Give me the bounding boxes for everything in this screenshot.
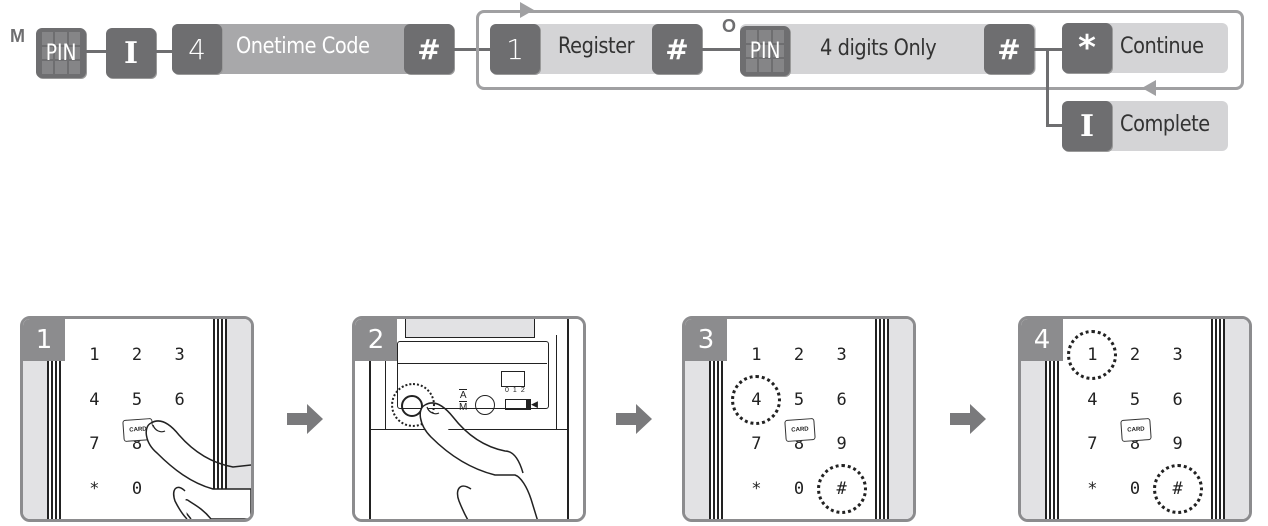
- next-arrow-icon: [287, 404, 323, 434]
- mode-label: M: [10, 26, 25, 46]
- complete-label: Complete: [1120, 112, 1210, 137]
- key: *: [751, 478, 762, 499]
- key: 9: [1172, 434, 1183, 455]
- key: 7: [751, 434, 762, 455]
- step-panel-2: 2 A M 012 ◀: [352, 316, 586, 522]
- digit-1-key: 1: [490, 24, 540, 74]
- key-highlighted: #: [1152, 463, 1203, 514]
- key: 2: [793, 345, 805, 366]
- step-panel-1: 1 1 2 3 4 5 6 7 8 9 * 0 # CARD: [20, 316, 254, 522]
- step-number: 4: [1021, 319, 1063, 361]
- key: 7: [1087, 434, 1098, 455]
- hash-key: #: [404, 24, 454, 74]
- key: 1: [751, 345, 762, 366]
- side-strip: [1211, 319, 1249, 519]
- hash-icon: #: [997, 32, 1021, 66]
- asterisk-icon: *: [1078, 28, 1096, 68]
- key: 6: [1172, 389, 1183, 410]
- connector: [1034, 48, 1064, 51]
- digits-label: 4 digits Only: [820, 36, 937, 61]
- connector: [702, 48, 740, 51]
- step-number: 3: [685, 319, 727, 361]
- hand-icon: [145, 420, 251, 519]
- connector: [1046, 48, 1049, 126]
- pin-key: PIN: [740, 26, 790, 76]
- key: 4: [89, 389, 100, 410]
- hash-key: #: [652, 24, 702, 74]
- key: 0: [1129, 478, 1141, 499]
- hash-icon: #: [665, 32, 689, 66]
- key: 2: [131, 345, 143, 366]
- register-label: Register: [558, 34, 635, 59]
- key-highlighted: 4: [731, 374, 782, 425]
- ibeam-icon: I: [1079, 108, 1095, 144]
- key: 5: [1129, 389, 1141, 410]
- step-number: 1: [23, 319, 65, 361]
- connector: [156, 50, 172, 53]
- card-icon: CARD: [1120, 417, 1152, 443]
- key: 5: [793, 389, 805, 410]
- next-arrow-icon: [950, 404, 986, 434]
- step-panel-3: 3 1 2 3 4 5 6 7 8 9 * 0 # CARD: [682, 316, 916, 522]
- loop-arrow-right-icon: [520, 2, 534, 18]
- loop-arrow-left-icon: [1142, 80, 1156, 96]
- branch-label: O: [722, 16, 737, 36]
- key: 0: [793, 478, 805, 499]
- hash-icon: #: [417, 32, 441, 66]
- continue-label: Continue: [1120, 34, 1204, 59]
- ibeam-icon: I: [123, 35, 139, 71]
- ibeam-key: I: [106, 28, 156, 78]
- onetime-code-label: Onetime Code: [236, 34, 370, 59]
- step-panel-4: 4 1 2 3 4 5 6 7 8 9 * 0 # CARD: [1018, 316, 1252, 522]
- step-number: 2: [355, 319, 397, 361]
- star-key: *: [1062, 23, 1112, 73]
- key: 3: [174, 345, 185, 366]
- key-highlighted: #: [816, 463, 867, 514]
- hash-key: #: [984, 24, 1034, 74]
- key: *: [1087, 478, 1098, 499]
- key: 9: [836, 434, 847, 455]
- side-strip: [875, 319, 913, 519]
- pin-key: PIN: [36, 28, 86, 78]
- key: 2: [1129, 345, 1141, 366]
- ibeam-key: I: [1062, 101, 1112, 151]
- highlight-circle: [816, 463, 867, 514]
- key: 6: [836, 389, 847, 410]
- key: 3: [1172, 345, 1183, 366]
- key-highlighted: 1: [1067, 330, 1118, 381]
- hand-icon: [419, 402, 538, 519]
- next-arrow-icon: [616, 404, 652, 434]
- highlight-circle: [1067, 330, 1118, 381]
- volume-labels: 012: [505, 387, 529, 394]
- card-icon: CARD: [784, 417, 816, 443]
- highlight-circle: [731, 374, 782, 425]
- digit-4-key: 4: [172, 24, 222, 74]
- connector: [86, 50, 106, 53]
- key: 3: [836, 345, 847, 366]
- highlight-circle: [1152, 463, 1203, 514]
- key: 4: [1087, 389, 1098, 410]
- key: 7: [89, 434, 100, 455]
- key: 1: [89, 345, 100, 366]
- key: *: [89, 478, 100, 499]
